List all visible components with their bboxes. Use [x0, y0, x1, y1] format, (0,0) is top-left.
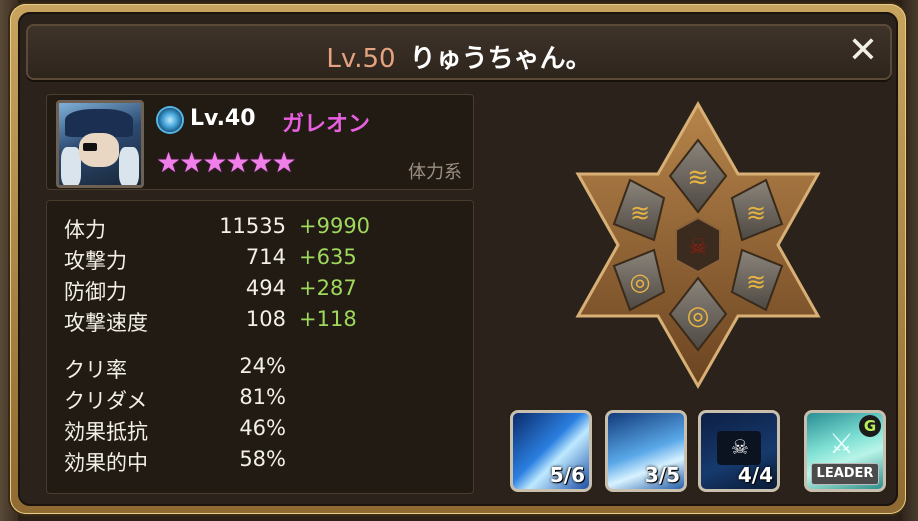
- stat-value: 58%: [239, 447, 286, 471]
- leader-label: LEADER: [811, 463, 879, 485]
- pirate-flag-skill-icon[interactable]: ☠ 4/4: [698, 410, 780, 492]
- stat-row-defense: 防御力 494 +287: [64, 276, 464, 306]
- stat-row-speed: 攻撃速度 108 +118: [64, 307, 464, 337]
- stat-label: 攻撃速度: [64, 311, 148, 335]
- skill-level: 4/4: [737, 463, 773, 487]
- stat-bonus: +287: [299, 276, 357, 300]
- stat-row-crit-damage: クリダメ 81%: [64, 385, 464, 415]
- guild-badge-icon: G: [859, 415, 881, 437]
- title-bar: Lv.50 りゅうちゃん。 ✕: [26, 24, 892, 80]
- stat-value: 46%: [239, 416, 286, 440]
- stat-label: 体力: [64, 218, 106, 242]
- player-title: Lv.50 りゅうちゃん。: [26, 38, 892, 75]
- monster-summary: Lv.40 ガレオン ★★★★★★ 体力系: [46, 94, 474, 190]
- rune-star: ≋ ≋ ≋ ◎ ◎ ≋ ☠: [570, 100, 826, 390]
- monster-crest-icon: ☠: [675, 216, 721, 274]
- skill-level: 5/6: [549, 463, 585, 487]
- stat-bonus: +9990: [299, 214, 371, 238]
- svg-text:≋: ≋: [687, 163, 709, 193]
- stat-bonus: +635: [299, 245, 357, 269]
- svg-text:≋: ≋: [630, 199, 650, 227]
- skill-1-icon[interactable]: 5/6: [510, 410, 592, 492]
- stat-value: 24%: [239, 354, 286, 378]
- svg-text:≋: ≋: [746, 199, 766, 227]
- wind-element-icon: [158, 108, 182, 132]
- monster-name: ガレオン: [282, 112, 371, 137]
- stat-label: クリ率: [64, 358, 127, 382]
- stat-value: 11535: [219, 214, 286, 238]
- stat-label: 防御力: [64, 280, 127, 304]
- player-name: りゅうちゃん。: [409, 44, 592, 74]
- stat-row-hp: 体力 11535 +9990: [64, 214, 464, 244]
- stats-panel: 体力 11535 +9990 攻撃力 714 +635 防御力 494 +287…: [46, 200, 474, 494]
- monster-portrait[interactable]: [56, 100, 144, 188]
- stat-value: 108: [245, 307, 286, 331]
- stat-label: 攻撃力: [64, 249, 127, 273]
- monster-level: Lv.40: [190, 106, 256, 131]
- stat-label: 効果抵抗: [64, 420, 148, 444]
- svg-text:◎: ◎: [630, 268, 651, 296]
- svg-text:◎: ◎: [687, 301, 710, 331]
- stat-row-attack: 攻撃力 714 +635: [64, 245, 464, 275]
- monster-type: 体力系: [408, 162, 462, 183]
- stat-label: 効果的中: [64, 451, 148, 475]
- skull-icon: ☠: [731, 435, 749, 459]
- rune-star-graphic: ≋ ≋ ≋ ◎ ◎ ≋ ☠: [575, 100, 821, 390]
- stat-row-resistance: 効果抵抗 46%: [64, 416, 464, 446]
- stat-value: 494: [245, 276, 286, 300]
- skill-level: 3/5: [644, 463, 680, 487]
- svg-text:≋: ≋: [746, 268, 766, 296]
- stat-bonus: +118: [299, 307, 357, 331]
- sword-icon: ⚔: [829, 427, 855, 460]
- stat-value: 81%: [239, 385, 286, 409]
- stat-value: 714: [245, 245, 286, 269]
- close-button[interactable]: ✕: [844, 32, 882, 70]
- stat-row-accuracy: 効果的中 58%: [64, 447, 464, 477]
- skill-2-icon[interactable]: 3/5: [605, 410, 687, 492]
- player-level: Lv.50: [326, 44, 396, 74]
- leader-skill-icon[interactable]: ⚔ G LEADER: [804, 410, 886, 492]
- star-rating: ★★★★★★: [156, 146, 297, 179]
- stat-label: クリダメ: [64, 389, 148, 413]
- stat-row-crit-rate: クリ率 24%: [64, 354, 464, 384]
- svg-text:☠: ☠: [688, 235, 708, 260]
